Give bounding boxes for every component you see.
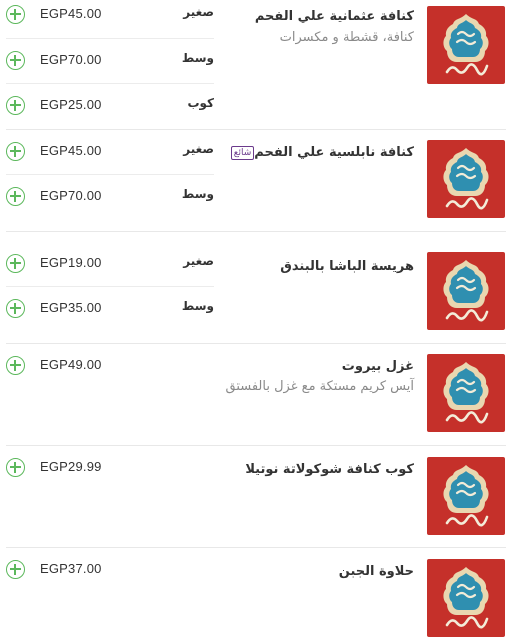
option-price: EGP45.00 — [40, 143, 102, 158]
menu-item[interactable]: كنافة عثمانية علي الفحم كنافة، قشطة و مك… — [0, 0, 510, 128]
menu-item[interactable]: كنافة نابلسية علي الفحمشائع EGP45.00 صغي… — [0, 130, 510, 230]
option-price: EGP29.99 — [40, 459, 102, 474]
option-size: وسط — [181, 299, 214, 313]
item-name: هريسة الباشا بالبندق — [280, 259, 414, 274]
menu-list: كنافة عثمانية علي الفحم كنافة، قشطة و مك… — [0, 0, 520, 637]
option-price: EGP35.00 — [40, 300, 102, 315]
option-divider — [6, 286, 214, 287]
menu-item[interactable]: هريسة الباشا بالبندق EGP19.00 صغير EGP35… — [0, 232, 510, 342]
item-option[interactable]: EGP37.00 — [6, 550, 214, 594]
item-image[interactable] — [427, 252, 505, 330]
plus-circle-icon[interactable] — [6, 96, 25, 115]
option-price: EGP19.00 — [40, 255, 102, 270]
item-name: حلاوة الجبن — [338, 564, 414, 579]
plus-circle-icon[interactable] — [6, 458, 25, 477]
abu-fares-logo-icon — [443, 362, 489, 424]
abu-fares-logo-icon — [443, 260, 489, 322]
item-option[interactable]: EGP45.00 صغير — [6, 0, 214, 39]
item-name: كنافة نابلسية علي الفحمشائع — [226, 145, 414, 160]
item-option[interactable]: EGP19.00 صغير — [6, 244, 214, 288]
option-size: صغير — [183, 254, 214, 268]
item-name: غزل بيروت — [341, 359, 414, 374]
item-option[interactable]: EGP45.00 صغير — [6, 132, 214, 176]
option-size: كوب — [187, 96, 214, 110]
plus-circle-icon[interactable] — [6, 254, 25, 273]
option-price: EGP70.00 — [40, 52, 102, 67]
item-image[interactable] — [427, 6, 505, 84]
option-price: EGP25.00 — [40, 97, 102, 112]
plus-circle-icon[interactable] — [6, 187, 25, 206]
plus-circle-icon[interactable] — [6, 51, 25, 70]
option-price: EGP70.00 — [40, 188, 102, 203]
item-option[interactable]: EGP49.00 — [6, 346, 214, 390]
option-price: EGP45.00 — [40, 6, 102, 21]
item-description: آيس كريم مستكة مع غزل بالفستق — [225, 379, 414, 394]
item-description: كنافة، قشطة و مكسرات — [279, 30, 414, 45]
plus-circle-icon[interactable] — [6, 5, 25, 24]
option-size: وسط — [181, 51, 214, 65]
plus-circle-icon[interactable] — [6, 356, 25, 375]
menu-item[interactable]: غزل بيروت آيس كريم مستكة مع غزل بالفستق … — [0, 344, 510, 444]
option-price: EGP37.00 — [40, 561, 102, 576]
popular-badge: شائع — [230, 145, 255, 160]
option-divider — [6, 83, 214, 84]
plus-circle-icon[interactable] — [6, 560, 25, 579]
plus-circle-icon[interactable] — [6, 299, 25, 318]
item-image[interactable] — [427, 140, 505, 218]
option-price: EGP49.00 — [40, 357, 102, 372]
item-option[interactable]: EGP70.00 وسط — [6, 177, 214, 221]
menu-item[interactable]: حلاوة الجبن EGP37.00 — [0, 548, 510, 637]
abu-fares-logo-icon — [443, 14, 489, 76]
option-divider — [6, 38, 214, 39]
item-option[interactable]: EGP35.00 وسط — [6, 289, 214, 333]
item-option[interactable]: EGP70.00 وسط — [6, 41, 214, 85]
abu-fares-logo-icon — [443, 148, 489, 210]
item-name: كوب كنافة شوكولاتة نوتيلا — [245, 462, 414, 477]
option-size: صغير — [183, 5, 214, 19]
item-option[interactable]: EGP25.00 كوب — [6, 86, 214, 130]
option-size: صغير — [183, 142, 214, 156]
abu-fares-logo-icon — [443, 465, 489, 527]
item-name: كنافة عثمانية علي الفحم — [254, 9, 414, 24]
menu-item[interactable]: كوب كنافة شوكولاتة نوتيلا EGP29.99 — [0, 446, 510, 546]
abu-fares-logo-icon — [443, 567, 489, 629]
item-image[interactable] — [427, 457, 505, 535]
item-option[interactable]: EGP29.99 — [6, 448, 214, 492]
option-size: وسط — [181, 187, 214, 201]
option-divider — [6, 174, 214, 175]
item-name-text: كنافة نابلسية علي الفحم — [254, 145, 414, 160]
plus-circle-icon[interactable] — [6, 142, 25, 161]
item-image[interactable] — [427, 354, 505, 432]
item-image[interactable] — [427, 559, 505, 637]
